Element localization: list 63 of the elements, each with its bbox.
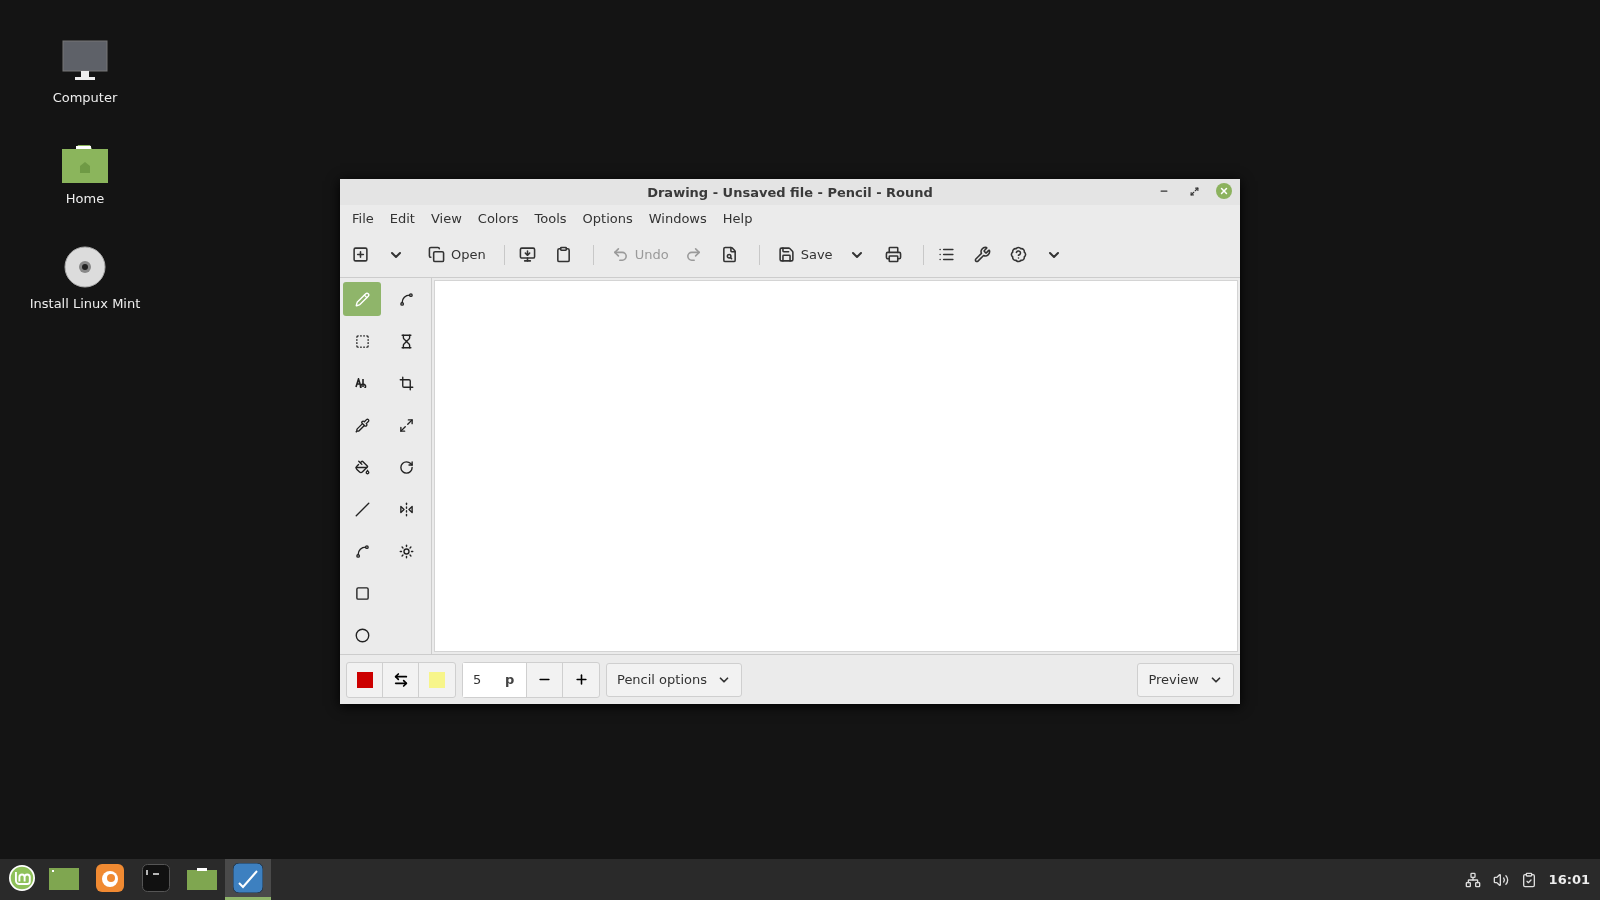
undo-icon (611, 246, 629, 263)
menu-item[interactable]: Windows (640, 211, 715, 226)
menu-item[interactable]: Colors (469, 211, 527, 226)
menu-item[interactable]: Help (714, 211, 761, 226)
clipboard-icon[interactable] (1520, 871, 1537, 888)
folder-icon (187, 866, 217, 890)
menu-item[interactable]: Tools (526, 211, 575, 226)
selection-icon (354, 333, 370, 349)
open-button[interactable]: Open (420, 238, 494, 271)
eyedropper-icon (354, 417, 370, 433)
rotate-icon (398, 459, 414, 475)
monitor-icon[interactable] (62, 40, 108, 82)
menu-item[interactable]: View (422, 211, 470, 226)
curve-icon (354, 543, 370, 559)
size-input[interactable]: 5 (471, 671, 505, 688)
desktop-icon-label: Home (65, 191, 105, 206)
volume-icon[interactable] (1492, 871, 1509, 888)
menu-item[interactable]: Options (574, 211, 641, 226)
preview-dropdown[interactable]: Preview (1137, 662, 1234, 697)
circle-icon (354, 627, 370, 643)
help-icon (1009, 246, 1027, 263)
wrench-icon (973, 246, 991, 263)
disc-icon[interactable] (64, 246, 106, 288)
maximize-icon (1189, 186, 1199, 196)
monitor-icon (518, 246, 536, 263)
print-icon (884, 246, 902, 263)
size-field[interactable]: 5 p (463, 662, 527, 697)
clipboard-icon (554, 246, 572, 263)
text-tool-icon (355, 378, 369, 388)
drawing-app-icon (233, 863, 263, 893)
options-dropdown[interactable]: Pencil options (606, 662, 742, 697)
pencil-icon (354, 291, 370, 307)
crop-icon (398, 375, 414, 391)
list-icon (937, 246, 955, 263)
network-icon[interactable] (1464, 871, 1481, 888)
paint-bucket-icon (354, 459, 370, 475)
taskbar-app[interactable] (225, 859, 271, 900)
firefox-icon (96, 864, 124, 892)
save-icon (777, 246, 795, 263)
redo-icon (684, 246, 702, 263)
save-button[interactable]: Save (769, 238, 841, 271)
menu-item[interactable]: Edit (381, 211, 423, 226)
terminal-icon (142, 864, 170, 892)
menu-item[interactable]: File (344, 211, 382, 226)
desktop-icon-label: Computer (52, 90, 118, 105)
desktop-icon (49, 866, 79, 890)
resize-arrows-icon (398, 417, 414, 433)
desktop-icon-label: Install Linux Mint (29, 296, 141, 311)
copy-icon (428, 246, 445, 263)
plus-icon (573, 672, 589, 687)
line-icon (354, 501, 370, 517)
new-image-icon (352, 246, 369, 263)
clock[interactable]: 16:01 (1548, 872, 1590, 887)
rectangle-icon (354, 585, 370, 601)
flip-icon (398, 501, 414, 517)
swap-icon (392, 671, 409, 688)
unit-label: p (505, 672, 515, 687)
document-icon (720, 246, 738, 263)
size-spin-control[interactable]: 5 p (462, 661, 600, 698)
window-title: Drawing - Unsaved file - Pencil - Round (647, 184, 933, 200)
menu-logo-icon (9, 863, 35, 893)
sun-icon (398, 543, 414, 559)
home-folder-icon[interactable] (62, 145, 108, 183)
